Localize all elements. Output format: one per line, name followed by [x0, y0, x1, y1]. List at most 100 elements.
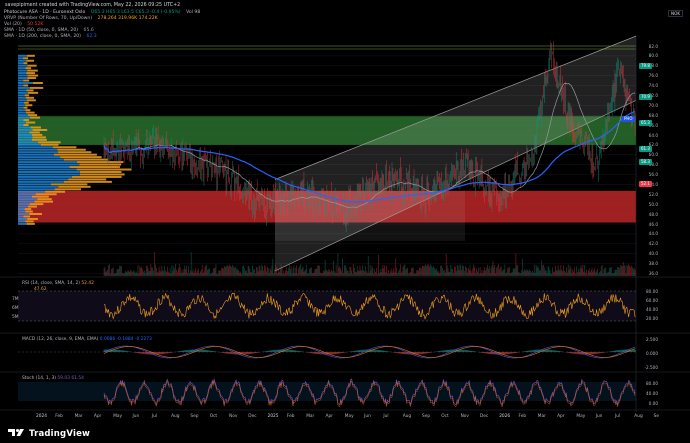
volume-profile-bar [18, 175, 72, 178]
macd-histogram-bar [419, 352, 420, 355]
tradingview-logo[interactable]: TradingView [8, 428, 90, 439]
price-chart[interactable] [0, 0, 690, 443]
volume-bar [247, 266, 249, 276]
volume-bar [178, 264, 180, 276]
volume-bar [180, 273, 182, 276]
volume-profile-bar [52, 146, 77, 149]
macd-histogram-bar [165, 352, 166, 354]
volume-bar [344, 265, 346, 276]
price-tick-label: 44.0 [648, 231, 658, 237]
volume-profile-bar [54, 188, 81, 191]
macd-histogram-bar [126, 351, 128, 352]
volume-bar [337, 253, 339, 276]
volume-profile-bar [18, 57, 23, 60]
macd-histogram-bar [267, 350, 269, 352]
time-tick-label: Se [653, 414, 659, 419]
volume-profile-bar [69, 166, 120, 169]
time-tick-label: Apr [557, 414, 565, 419]
time-tick-label: Jun [132, 414, 140, 419]
macd-histogram-bar [506, 352, 508, 355]
macd-histogram-bar [620, 349, 621, 352]
macd-histogram-bar [377, 349, 379, 352]
volume-profile-bar [18, 64, 28, 67]
macd-histogram-bar [297, 350, 298, 352]
volume-profile-bar [18, 89, 27, 92]
price-tick-label: 46.0 [648, 221, 658, 227]
macd-histogram-bar [421, 352, 422, 355]
macd-histogram-bar [422, 352, 424, 354]
macd-histogram-bar [198, 349, 199, 352]
volume-bar [478, 273, 480, 276]
volume-profile-bar [32, 128, 48, 131]
volume-bar [448, 271, 450, 276]
volume-bar [185, 268, 187, 276]
volume-bar [597, 268, 598, 276]
volume-bar [346, 270, 348, 276]
macd-histogram-bar [182, 350, 184, 352]
volume-profile-bar [18, 136, 33, 139]
macd-histogram-bar [144, 352, 145, 355]
volume-bar [201, 264, 203, 276]
macd-histogram-bar [572, 352, 574, 354]
volume-bar [168, 273, 170, 276]
volume-profile-bar [18, 54, 27, 57]
macd-histogram-bar [342, 352, 343, 353]
volume-bar [381, 268, 383, 276]
volume-bar [366, 272, 368, 276]
macd-histogram-bar [224, 352, 226, 354]
volume-profile-bar [18, 109, 26, 112]
volume-bar [203, 271, 205, 276]
volume-bar [606, 273, 608, 276]
macd-histogram-bar [354, 350, 355, 352]
macd-histogram-bar [122, 350, 124, 352]
macd-histogram-bar [470, 350, 472, 352]
volume-bar [133, 271, 135, 276]
volume-profile-bar [18, 220, 26, 223]
macd-histogram-bar [214, 351, 216, 352]
volume-bar [610, 267, 611, 276]
volume-bar [134, 273, 136, 276]
volume-profile-bar [63, 180, 112, 183]
volume-bar [211, 272, 213, 276]
macd-histogram-bar [137, 352, 139, 354]
macd-histogram-bar [548, 349, 550, 352]
macd-histogram-bar [361, 349, 363, 352]
volume-profile-bar [18, 86, 31, 89]
volume-profile-bar [32, 136, 46, 139]
macd-histogram-bar [118, 349, 120, 352]
volume-tag: Vol 98 [186, 10, 201, 15]
macd-histogram-bar [533, 349, 535, 352]
macd-histogram-bar [401, 352, 403, 354]
macd-histogram-bar [417, 352, 419, 355]
volume-bar [499, 269, 500, 276]
volume-bar [317, 265, 319, 276]
volume-bar [494, 265, 496, 276]
macd-histogram-bar [244, 352, 245, 355]
volume-bar [428, 265, 430, 276]
volume-bar [398, 271, 399, 276]
volume-bar [367, 255, 369, 276]
symbol-name: Photocure ASA · 1D · Euronext Oslo [4, 10, 86, 15]
volume-bar [600, 266, 602, 276]
volume-profile-bar [18, 72, 27, 75]
macd-histogram-bar [553, 350, 554, 352]
macd-histogram-bar [221, 352, 222, 353]
volume-profile-bar [25, 109, 31, 112]
volume-bar [312, 272, 314, 276]
volume-bar [120, 265, 121, 276]
volume-bar [472, 268, 474, 276]
macd-histogram-bar [634, 349, 636, 352]
macd-histogram-bar [376, 349, 377, 352]
volume-bar [198, 268, 199, 276]
volume-bar [438, 271, 440, 276]
macd-histogram-bar [529, 350, 530, 352]
volume-bar [135, 271, 137, 276]
volume-bar [316, 268, 318, 276]
volume-bar [111, 268, 113, 276]
volume-bar [515, 252, 517, 276]
volume-profile-bar [27, 114, 38, 117]
volume-bar [610, 267, 612, 276]
macd-histogram-bar [212, 351, 214, 352]
macd-histogram-bar [360, 349, 362, 352]
volume-bar [481, 270, 483, 276]
